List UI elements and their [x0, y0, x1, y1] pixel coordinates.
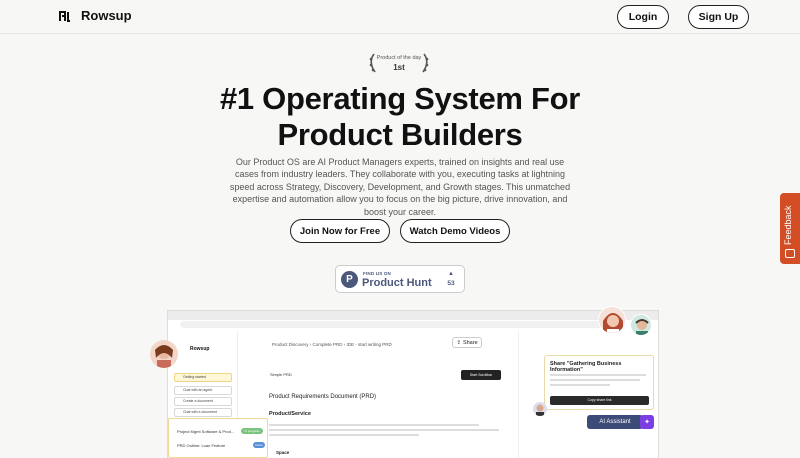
upvote-count: 53: [447, 280, 455, 287]
login-button[interactable]: Login: [617, 5, 669, 29]
share-icon: ⇪: [456, 339, 461, 346]
product-of-the-day-badge: Product of the day 1st: [366, 50, 432, 76]
product-hunt-label: FIND US ON: [363, 271, 392, 276]
person-avatar-icon: [155, 345, 173, 368]
feedback-label: Feedback: [783, 205, 793, 245]
preview-sidebar-item: Getting started: [174, 373, 232, 382]
upvote-arrow-icon: ▲: [448, 271, 454, 277]
preview-doc-title: Product Requirements Document (PRD): [269, 394, 377, 400]
preview-sidebar-item: Chat with a document: [174, 408, 232, 417]
product-hunt-name: Product Hunt: [362, 277, 432, 289]
brand-logo[interactable]: Rowsup: [58, 8, 132, 23]
preview-sidebar-item: Chat with an agent: [174, 386, 232, 395]
hero-headline: #1 Operating System For Product Builders: [0, 81, 800, 153]
watch-demo-button[interactable]: Watch Demo Videos: [400, 219, 510, 243]
preview-list-row: Project Mgmt Software & Prod...: [177, 429, 235, 434]
preview-list-row: PRD Outline: Loan Feature: [177, 443, 226, 448]
preview-breadcrumb: Product Discovery › Complete PRD › IDE -…: [272, 342, 392, 347]
badge-label: Product of the day: [376, 55, 422, 61]
preview-list-card: Project Mgmt Software & Prod... In progr…: [168, 418, 268, 458]
avatar: [630, 314, 652, 336]
signup-button[interactable]: Sign Up: [688, 5, 749, 29]
preview-dark-button: Start Scrollbar: [461, 370, 501, 380]
feedback-tab[interactable]: Feedback: [780, 193, 800, 264]
preview-ai-plus-icon: ✦: [640, 415, 654, 429]
headline-line-2: Product Builders: [277, 117, 523, 152]
preview-doc-heading: Product/Service: [269, 411, 311, 417]
rowsup-logo-icon: [59, 10, 70, 22]
preview-text-line: [269, 434, 419, 436]
preview-share-button: ⇪ Share: [452, 337, 482, 348]
avatar: [150, 340, 178, 368]
join-now-button[interactable]: Join Now for Free: [290, 219, 390, 243]
preview-card-body: [550, 372, 648, 386]
preview-status-pill: Done: [253, 442, 265, 448]
hero-subtitle: Our Product OS are AI Product Managers e…: [229, 157, 571, 217]
preview-card-button: Copy share link: [550, 396, 649, 405]
preview-share-card: Share "Gathering Business Information" C…: [544, 355, 654, 410]
preview-text-line: [269, 429, 499, 431]
brand-name: Rowsup: [81, 8, 132, 23]
preview-simple-prd: Simple PRD: [270, 372, 292, 377]
browser-url-bar: [180, 321, 620, 328]
preview-status-pill: In progress: [241, 428, 263, 434]
preview-sidebar-item: Create a document: [174, 397, 232, 406]
avatar: [598, 306, 626, 334]
preview-share-label: Share: [462, 339, 478, 346]
headline-line-1: #1 Operating System For: [219, 81, 581, 116]
person-avatar-icon: [536, 404, 544, 416]
preview-text-line: [269, 424, 479, 426]
preview-space-label: Space: [276, 450, 290, 455]
top-navbar: Rowsup Login Sign Up: [0, 0, 800, 34]
product-hunt-logo-icon: P: [341, 271, 358, 288]
preview-sidebar-title: Rowsup: [190, 346, 210, 352]
avatar: [533, 402, 547, 416]
browser-chrome: [168, 311, 658, 320]
feedback-icon: [785, 249, 795, 258]
product-hunt-badge[interactable]: P FIND US ON Product Hunt ▲ 53: [335, 265, 465, 293]
badge-rank: 1st: [393, 63, 405, 72]
preview-ai-assistant-button: AI Assistant: [587, 415, 643, 429]
